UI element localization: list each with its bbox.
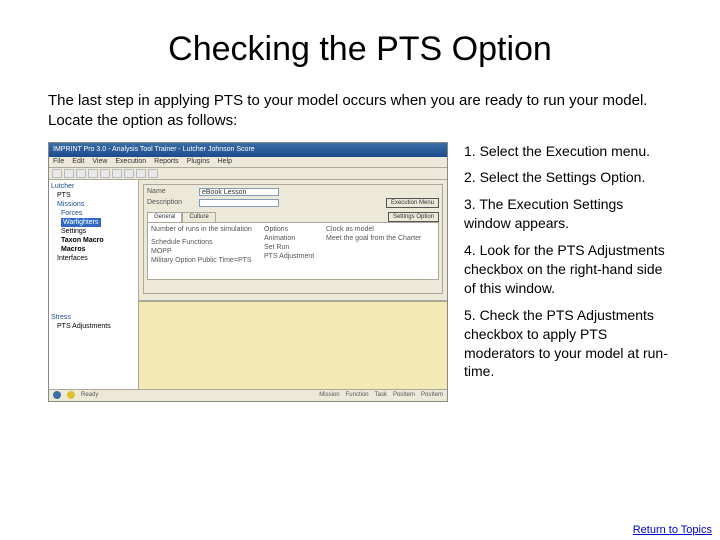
- tree-panel: Lutcher PTS Missions Forces Warfighters …: [49, 180, 139, 389]
- menu-item: File: [53, 158, 64, 165]
- return-to-topics-link[interactable]: Return to Topics: [633, 524, 712, 536]
- name-field: eBook Lesson: [199, 188, 279, 196]
- app-toolbar: [49, 168, 447, 180]
- screenshot-illustration: IMPRINT Pro 3.0 - Analysis Tool Trainer …: [48, 142, 448, 402]
- app-titlebar: IMPRINT Pro 3.0 - Analysis Tool Trainer …: [49, 143, 447, 157]
- menu-item: Help: [218, 158, 232, 165]
- callout-settings-option: Settings Option: [388, 212, 439, 222]
- step-2: 2. Select the Settings Option.: [464, 168, 672, 187]
- step-5: 5. Check the PTS Adjustments checkbox to…: [464, 306, 672, 382]
- step-4: 4. Look for the PTS Adjustments checkbox…: [464, 241, 672, 298]
- page-title: Checking the PTS Option: [48, 30, 672, 69]
- app-menubar: File Edit View Execution Reports Plugins…: [49, 157, 447, 168]
- output-pane: [139, 300, 447, 389]
- menu-item: View: [92, 158, 107, 165]
- status-bar: Ready Mission Function Task PosItem PosI…: [49, 389, 447, 401]
- menu-item: Reports: [154, 158, 179, 165]
- menu-item: Edit: [72, 158, 84, 165]
- menu-item: Plugins: [187, 158, 210, 165]
- execution-settings-dialog: Name eBook Lesson Description Execution …: [143, 184, 443, 294]
- instruction-steps: 1. Select the Execution menu. 2. Select …: [464, 142, 672, 402]
- callout-execution-menu: Execution Menu: [386, 198, 439, 208]
- intro-text: The last step in applying PTS to your mo…: [48, 91, 672, 132]
- step-1: 1. Select the Execution menu.: [464, 142, 672, 161]
- menu-item: Execution: [115, 158, 146, 165]
- step-3: 3. The Execution Settings window appears…: [464, 195, 672, 233]
- tree-selected: Warfighters: [61, 218, 101, 227]
